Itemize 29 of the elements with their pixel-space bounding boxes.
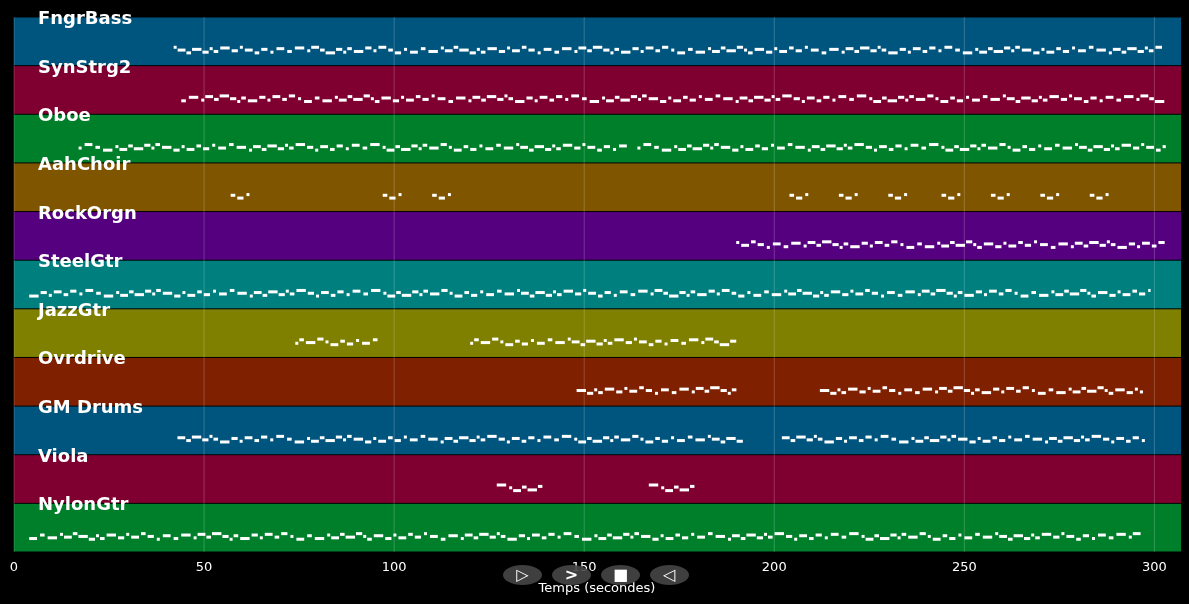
tick-label: 300 xyxy=(1142,559,1167,574)
note-cluster xyxy=(789,193,809,200)
track-name: NylonGtr xyxy=(38,493,129,515)
note-cluster xyxy=(888,193,908,200)
tick-label: 50 xyxy=(195,559,213,574)
note-cluster xyxy=(648,483,695,493)
track-name: SteelGtr xyxy=(38,250,123,272)
track-name: RockOrgn xyxy=(38,201,137,223)
track-name: Ovrdrive xyxy=(38,347,126,369)
track-name: Viola xyxy=(38,444,89,466)
note-cluster xyxy=(230,193,250,200)
note-cluster xyxy=(941,193,961,200)
tick-label: 0 xyxy=(9,559,19,574)
tick-label: 200 xyxy=(761,559,787,574)
tick-label: 100 xyxy=(381,559,407,574)
track-name: JazzGtr xyxy=(38,298,111,320)
note-cluster xyxy=(1089,193,1109,200)
track-name: Oboe xyxy=(38,104,91,126)
track-name: FngrBass xyxy=(38,7,133,28)
note-cluster xyxy=(382,193,402,200)
note-cluster xyxy=(496,483,543,493)
track-name: AahChoir xyxy=(38,152,131,174)
note-cluster xyxy=(838,193,858,200)
tick-label: 250 xyxy=(951,559,977,574)
note-cluster xyxy=(990,193,1010,200)
track-name: GM Drums xyxy=(38,396,144,418)
note-cluster xyxy=(432,193,451,200)
note-cluster xyxy=(1040,193,1060,200)
track-name: SynStrg2 xyxy=(38,55,132,77)
